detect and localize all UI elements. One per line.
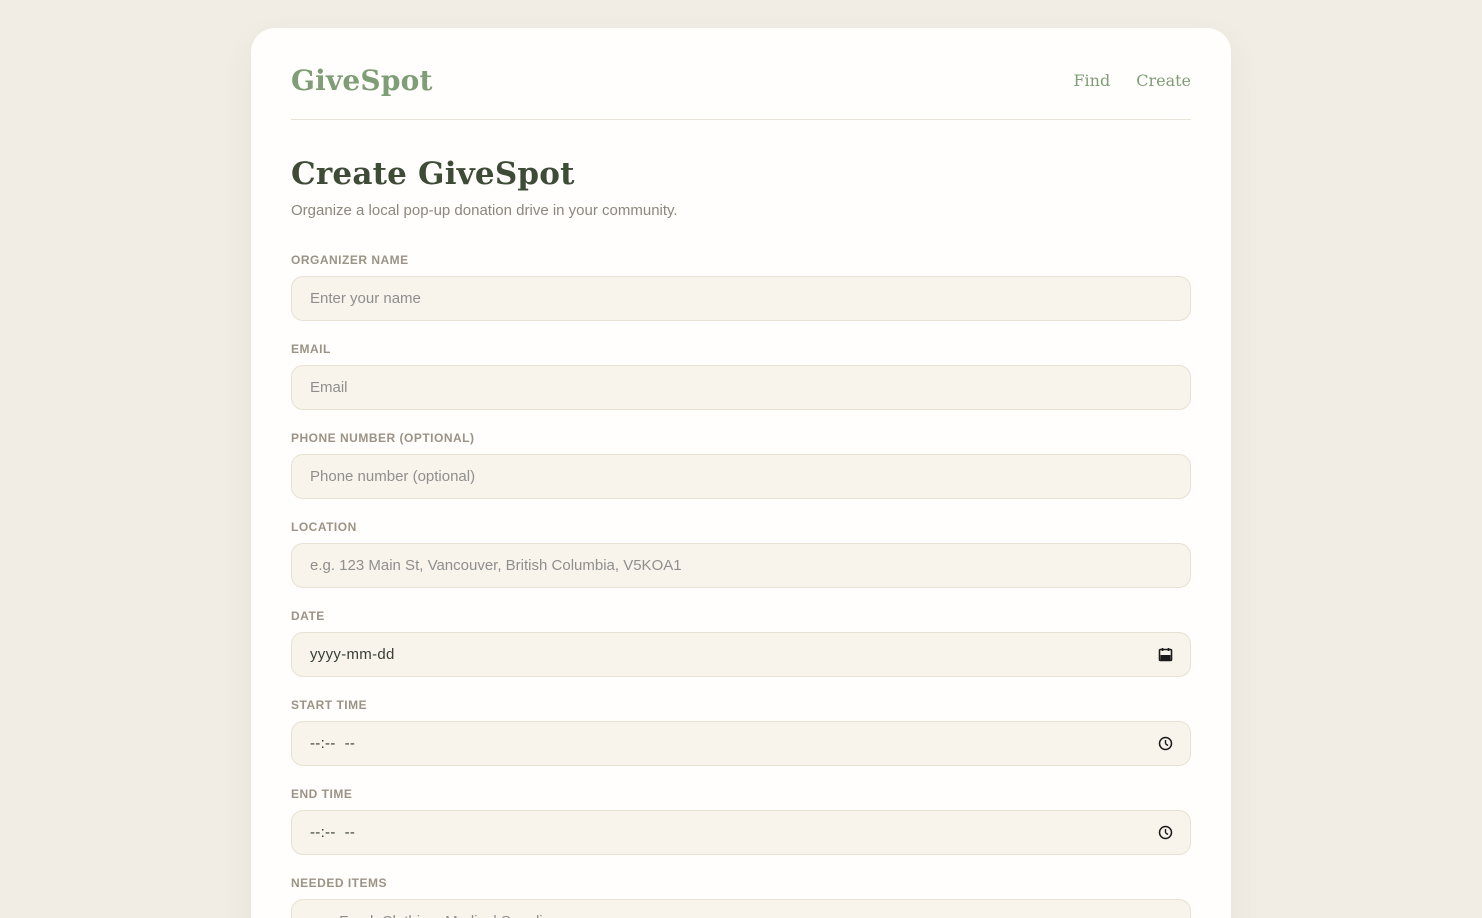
email-field[interactable] bbox=[291, 365, 1191, 410]
start-time-input[interactable] bbox=[291, 721, 1191, 766]
page-subtitle: Organize a local pop-up donation drive i… bbox=[291, 202, 678, 219]
field-group-start-time: Start Time bbox=[291, 698, 1191, 766]
nav-menu: Find Create bbox=[1073, 71, 1191, 90]
end-time-label: End Time bbox=[291, 787, 353, 801]
field-group-needed-items: Needed Items bbox=[291, 876, 1191, 918]
field-group-end-time: End Time bbox=[291, 787, 1191, 855]
field-group-date: Date bbox=[291, 609, 1191, 677]
clock-icon[interactable] bbox=[1157, 736, 1173, 752]
field-group-email: Email bbox=[291, 342, 1191, 410]
create-givespot-form: Organizer Name Email Phone Number (Optio… bbox=[291, 253, 1191, 918]
header: GiveSpot Find Create bbox=[291, 64, 1191, 97]
nav-link-create[interactable]: Create bbox=[1136, 71, 1191, 90]
header-divider bbox=[291, 119, 1191, 120]
end-time-input[interactable] bbox=[291, 810, 1191, 855]
clock-icon[interactable] bbox=[1157, 825, 1173, 841]
calendar-icon[interactable] bbox=[1157, 647, 1173, 663]
page-title: Create GiveSpot bbox=[291, 156, 575, 192]
email-label: Email bbox=[291, 342, 331, 356]
field-group-location: Location bbox=[291, 520, 1191, 588]
phone-field[interactable] bbox=[291, 454, 1191, 499]
date-label: Date bbox=[291, 609, 325, 623]
main-card: GiveSpot Find Create Create GiveSpot Org… bbox=[251, 28, 1231, 918]
organizer-name-input[interactable] bbox=[291, 276, 1191, 321]
needed-items-label: Needed Items bbox=[291, 876, 388, 890]
start-time-label: Start Time bbox=[291, 698, 368, 712]
location-label: Location bbox=[291, 520, 357, 534]
app-logo[interactable]: GiveSpot bbox=[291, 64, 433, 97]
needed-items-input[interactable] bbox=[291, 899, 1191, 918]
field-group-organizer-name: Organizer Name bbox=[291, 253, 1191, 321]
phone-label: Phone Number (Optional) bbox=[291, 431, 475, 445]
field-group-phone: Phone Number (Optional) bbox=[291, 431, 1191, 499]
organizer-name-label: Organizer Name bbox=[291, 253, 409, 267]
date-input[interactable] bbox=[291, 632, 1191, 677]
location-field[interactable] bbox=[291, 543, 1191, 588]
nav-link-find[interactable]: Find bbox=[1073, 71, 1110, 90]
